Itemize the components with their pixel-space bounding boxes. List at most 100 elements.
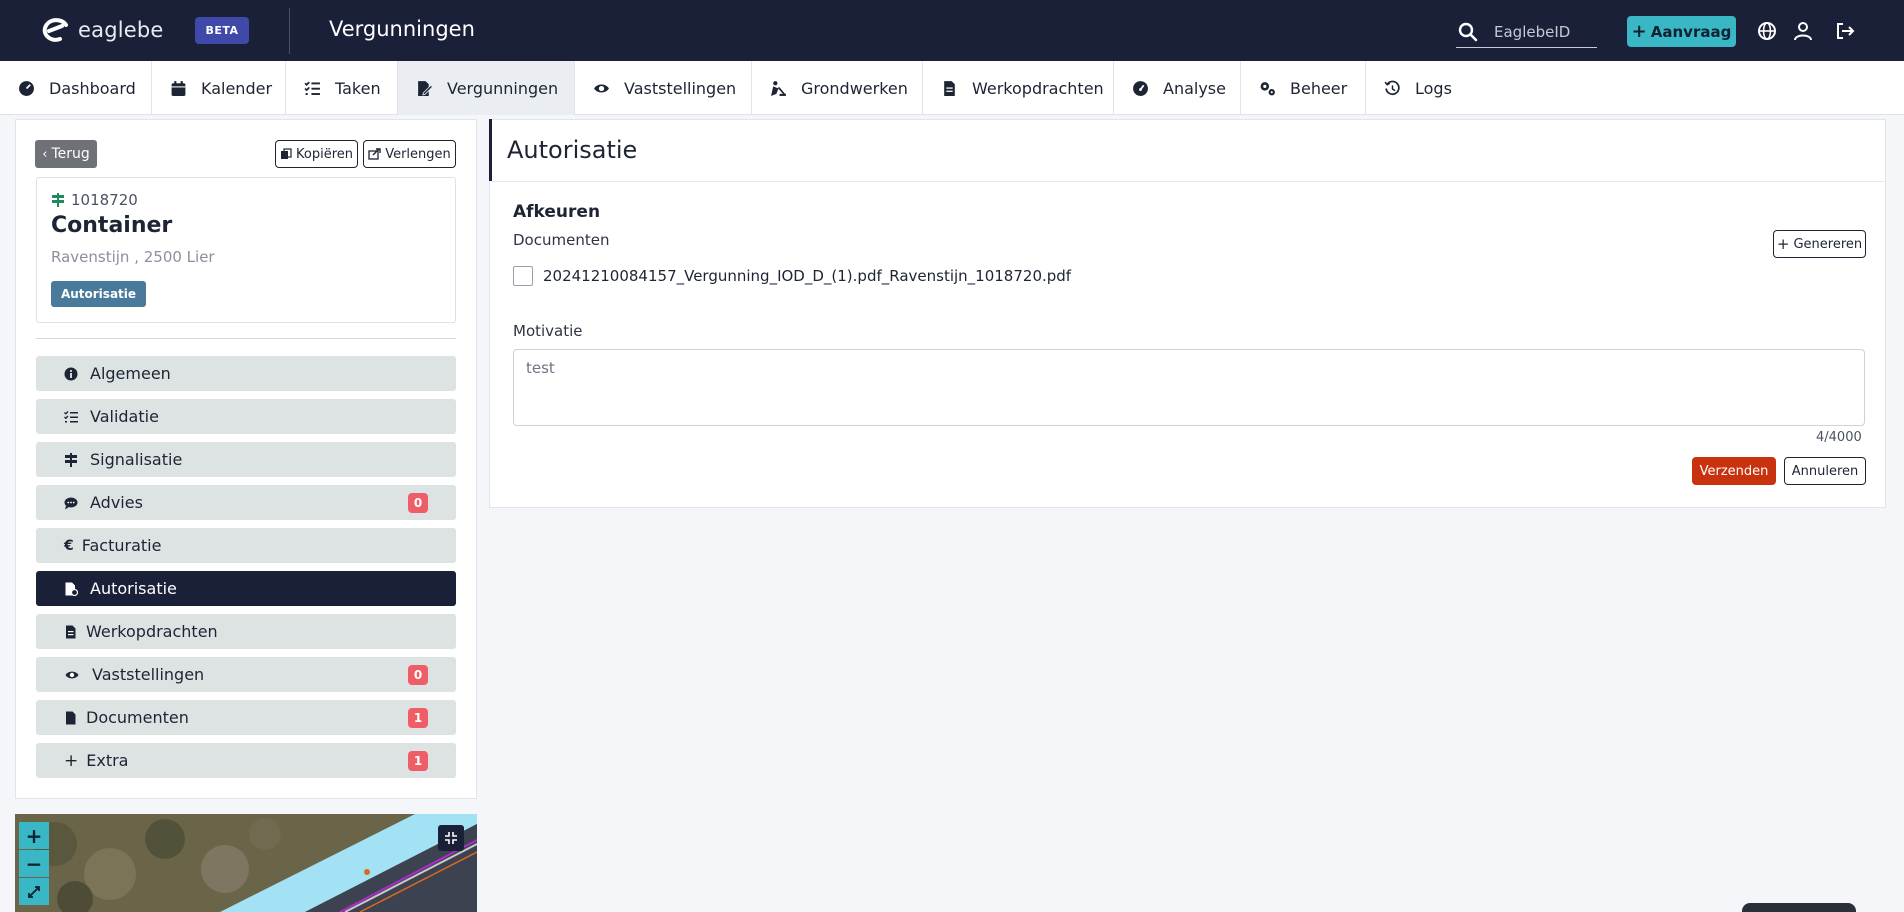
sidebar-item-label: Validatie [90,407,159,426]
permit-id-value: 1018720 [71,191,138,209]
sidebar-item-label: Advies [90,493,143,512]
compress-icon [445,832,457,844]
sidebar-item-validatie[interactable]: Validatie [36,399,456,434]
top-bar: eaglebe BETA Vergunningen EaglebeID + Aa… [0,0,1904,61]
search-icon [1458,22,1478,41]
back-label: Terug [51,146,90,162]
nav-label: Werkopdrachten [972,78,1104,98]
nav-grondwerken[interactable]: Grondwerken [752,61,923,115]
nav-taken[interactable]: Taken [286,61,398,115]
fullscreen-button[interactable] [19,878,49,905]
document-checkbox[interactable] [513,266,533,286]
generate-button[interactable]: + Genereren [1773,230,1866,258]
sidebar-item-label: Signalisatie [90,450,183,469]
nav-vaststellingen[interactable]: Vaststellingen [575,61,752,115]
file-icon [944,80,955,96]
search-input[interactable]: EaglebeID [1494,23,1570,41]
sidebar-item-label: Werkopdrachten [86,622,218,641]
nav-label: Kalender [201,78,273,98]
permit-address: Ravenstijn , 2500 Lier [51,248,215,266]
nav-label: Analyse [1163,78,1226,98]
plus-icon: + [1776,234,1790,253]
collapse-map-button[interactable] [438,825,464,851]
extend-button[interactable]: Verlengen [363,140,456,168]
nav-label: Dashboard [49,78,136,98]
sidebar-item-signalisatie[interactable]: Signalisatie [36,442,456,477]
nav-label: Vergunningen [447,78,559,98]
nav-vergunningen[interactable]: Vergunningen [398,61,575,115]
nav-label: Taken [335,78,381,98]
generate-label: Genereren [1793,236,1863,252]
panel-title: Autorisatie [507,136,638,164]
chevron-left-icon: ‹ [42,146,48,162]
beta-badge: BETA [195,17,249,44]
nav-label: Grondwerken [801,78,908,98]
nav-beheer[interactable]: Beheer [1241,61,1366,115]
nav-werkopdrachten[interactable]: Werkopdrachten [923,61,1114,115]
sidebar-item-algemeen[interactable]: Algemeen [36,356,456,391]
signpost-icon [65,452,77,467]
documents-label: Documenten [513,231,610,249]
char-counter: 4/4000 [1816,430,1862,445]
signpost-icon [52,193,64,207]
sidebar-item-facturatie[interactable]: € Facturatie [36,528,456,563]
calendar-icon [171,80,186,96]
authorization-panel [489,119,1886,508]
share-icon [368,148,381,160]
sidebar-item-label: Autorisatie [90,579,177,598]
document-name: 20241210084157_Vergunning_IOD_D_(1).pdf_… [543,267,1072,285]
permit-title: Container [51,213,173,238]
nav-analyse[interactable]: Analyse [1114,61,1241,115]
plus-icon: + [1631,20,1647,42]
digging-icon [771,80,786,96]
header-divider [289,8,290,54]
checklist-icon [64,410,78,422]
eaglebe-logo[interactable]: eaglebe [40,16,164,44]
nav-logs[interactable]: Logs [1366,61,1476,115]
nav-kalender[interactable]: Kalender [152,61,286,115]
sidebar-item-label: Documenten [86,708,189,727]
eaglebe-id-search[interactable]: EaglebeID [1456,16,1597,48]
aanvraag-label: Aanvraag [1650,22,1732,41]
back-button[interactable]: ‹ Terug [35,140,97,168]
sidebar-item-autorisatie[interactable]: Autorisatie [36,571,456,606]
count-badge: 0 [408,493,428,513]
gears-icon [1260,81,1275,95]
permit-icon [418,80,433,96]
globe-icon[interactable] [1756,20,1778,42]
send-button[interactable]: Verzenden [1692,457,1776,485]
zoom-in-button[interactable]: + [19,822,49,849]
aanvraag-button[interactable]: + Aanvraag [1627,16,1736,47]
eye-icon [65,671,79,678]
sidebar-item-documenten[interactable]: Documenten 1 [36,700,456,735]
sidebar-item-werkopdrachten[interactable]: Werkopdrachten [36,614,456,649]
nav-label: Logs [1415,78,1452,98]
floating-tab[interactable] [1742,903,1856,912]
motivation-textarea[interactable]: test [513,349,1865,426]
main-nav: Dashboard Kalender Taken Vergunningen Va… [0,61,1904,115]
motivation-label: Motivatie [513,322,583,340]
copy-button[interactable]: Kopiëren [275,140,358,168]
nav-label: Beheer [1290,78,1348,98]
sidebar-item-vaststellingen[interactable]: Vaststellingen 0 [36,657,456,692]
divider [36,338,456,339]
zoom-out-button[interactable]: − [19,850,49,877]
sidebar-item-advies[interactable]: Advies 0 [36,485,456,520]
history-icon [1384,80,1400,95]
sidebar-item-extra[interactable]: + Extra 1 [36,743,456,778]
count-badge: 0 [408,665,428,685]
map-view[interactable]: + − [15,814,477,912]
comment-icon [64,497,78,509]
logout-icon[interactable] [1834,20,1856,42]
nav-label: Vaststellingen [624,78,737,98]
logo-text: eaglebe [78,18,164,42]
panel-accent [489,119,492,181]
sidebar-item-label: Algemeen [90,364,171,383]
info-circle-icon [64,367,78,380]
permit-id: 1018720 [51,191,138,209]
cancel-button[interactable]: Annuleren [1784,457,1866,485]
copy-icon [281,148,292,159]
user-icon[interactable] [1792,20,1814,42]
nav-dashboard[interactable]: Dashboard [0,61,152,115]
file-lines-icon [66,625,76,638]
